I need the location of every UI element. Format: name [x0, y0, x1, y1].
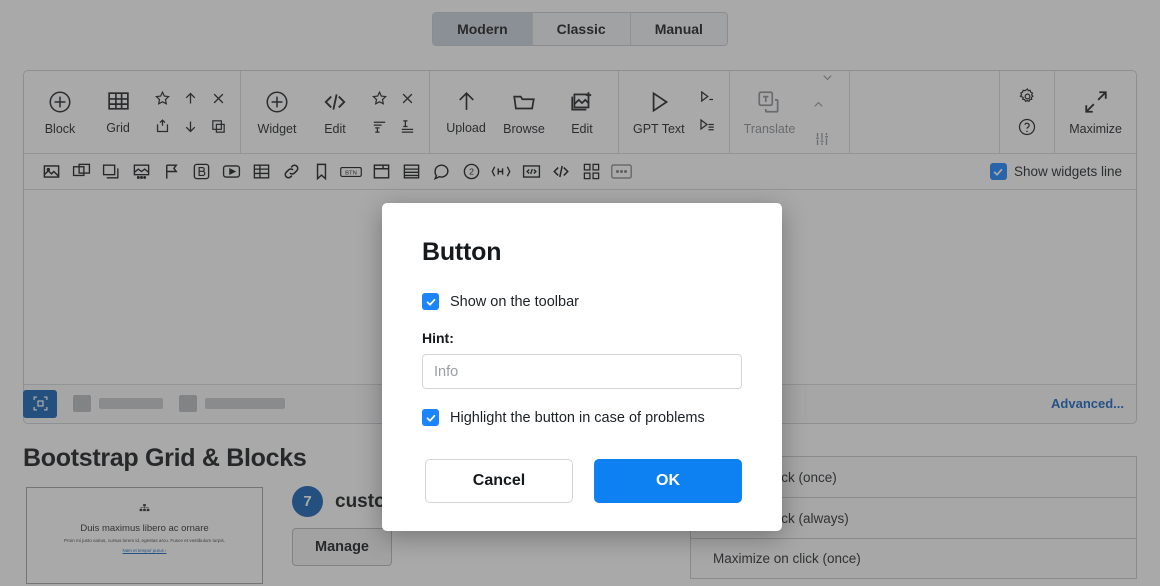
app-root: Modern Classic Manual Block Grid Widget … [0, 0, 1160, 586]
highlight-label: Highlight the button in case of problems [450, 409, 705, 426]
show-on-toolbar-checkbox[interactable] [422, 293, 439, 310]
ok-button[interactable]: OK [594, 459, 742, 503]
button-settings-dialog: Button Show on the toolbar Hint: Highlig… [382, 203, 782, 531]
show-on-toolbar-row[interactable]: Show on the toolbar [422, 293, 742, 310]
hint-field-label: Hint: [422, 330, 454, 346]
highlight-row[interactable]: Highlight the button in case of problems [422, 409, 742, 426]
cancel-button[interactable]: Cancel [425, 459, 573, 503]
highlight-checkbox[interactable] [422, 409, 439, 426]
dialog-title: Button [422, 238, 502, 266]
dialog-body: Show on the toolbar Hint: Highlight the … [412, 293, 752, 426]
dialog-actions: Cancel OK [412, 459, 752, 503]
show-on-toolbar-label: Show on the toolbar [450, 293, 579, 310]
hint-input[interactable] [422, 354, 742, 389]
